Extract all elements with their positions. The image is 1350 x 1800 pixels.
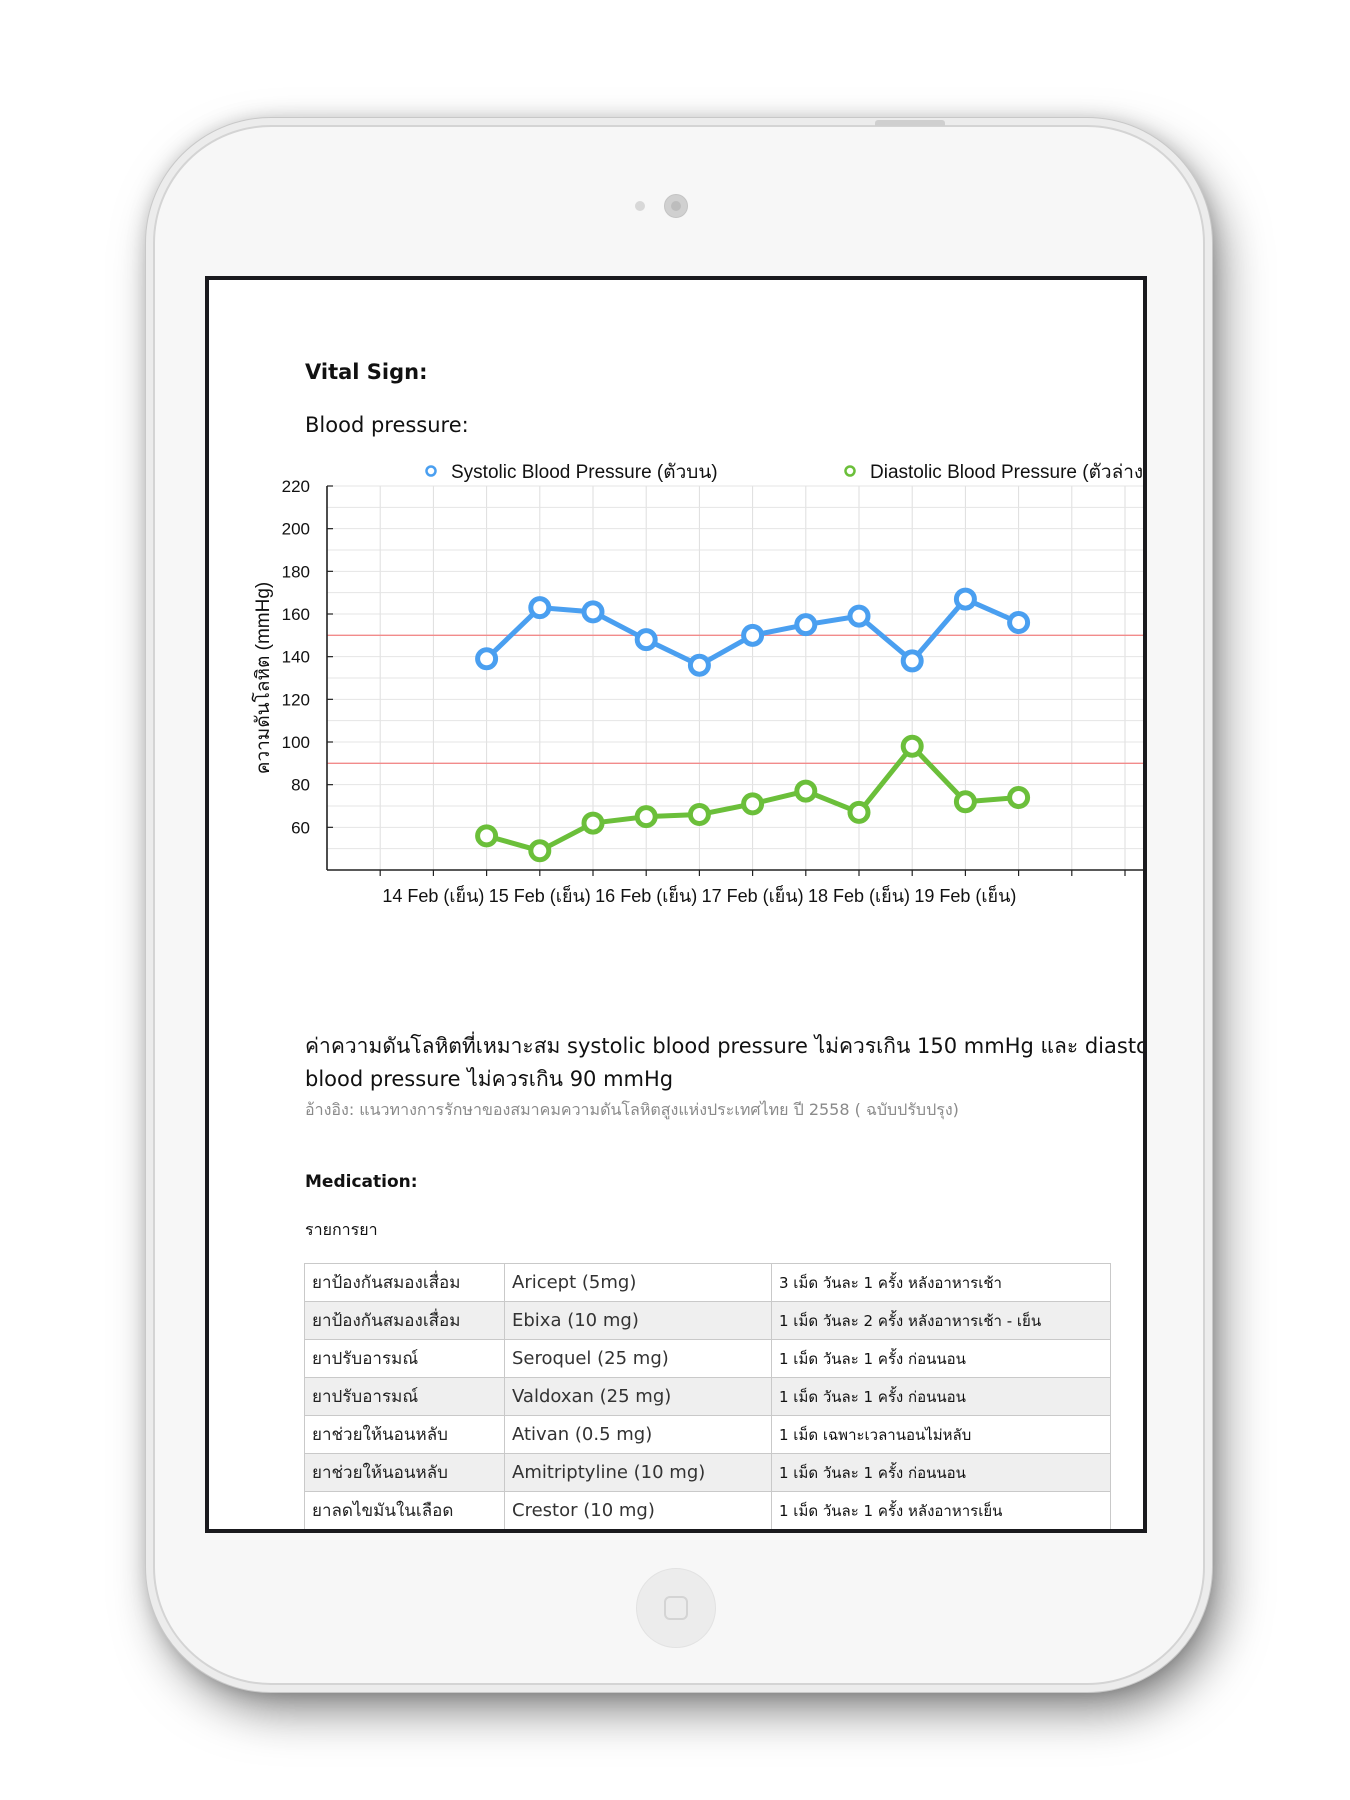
x-tick-label: 17 Feb (เย็น) [702,884,804,906]
data-point [581,811,605,835]
chart-axes [326,486,1143,876]
blood-pressure-chart: Systolic Blood Pressure (ตัวบน) Diastolic… [251,462,1143,906]
table-row: ยาป้องกันสมองเสื่อม Aricept (5mg) 3 เม็ด ว… [304,1263,1111,1302]
y-tick-label: 80 [291,776,310,795]
medication-category-cell: ยาป้องกันสมองเสื่อม [304,1263,505,1302]
data-point [847,604,871,628]
y-axis-label: ความดันโลหิต (mmHg) [251,582,274,775]
table-row: ยาป้องกันสมองเสื่อม Ebixa (10 mg) 1 เม็ด ว… [304,1301,1111,1340]
medication-drug-cell: Crestor (10 mg) [504,1491,772,1529]
home-button[interactable] [636,1568,716,1648]
medication-dosage-cell: 1 เม็ด วันละ 2 ครั้ง หลังอาหารเช้า - เย็… [771,1301,1111,1340]
medication-drug-cell: Aricept (5mg) [504,1263,772,1302]
home-square-icon [664,1596,688,1620]
x-tick-label: 15 Feb (เย็น) [489,884,591,906]
legend-marker [844,465,856,477]
data-point [528,839,552,863]
data-point [634,805,658,829]
data-point [1007,785,1031,809]
y-tick-label: 160 [282,605,310,624]
medication-drug-cell: Seroquel (25 mg) [504,1339,772,1378]
medication-drug-cell: Amitriptyline (10 mg) [504,1453,772,1492]
data-point [794,613,818,637]
chart-grid [327,485,1143,870]
medication-dosage-cell: 1 เม็ด วันละ 1 ครั้ง ก่อนนอน [771,1377,1111,1416]
data-point [900,649,924,673]
y-tick-label: 100 [282,733,310,752]
tablet-screen: Vital Sign: Blood pressure: Systolic Blo… [205,276,1147,1533]
table-row: ยาปรับอารมณ์ Seroquel (25 mg) 1 เม็ด วันละ… [304,1339,1111,1378]
data-point [953,790,977,814]
data-point [741,623,765,647]
data-point [475,824,499,848]
y-tick-label: 220 [282,477,310,496]
table-row: ยาลดไขมันในเลือด Crestor (10 mg) 1 เม็ด วั… [304,1491,1111,1529]
camera-icon [664,194,688,218]
document-page: Vital Sign: Blood pressure: Systolic Blo… [209,280,1143,1529]
y-tick-label: 60 [291,818,310,837]
chart-legend: Systolic Blood Pressure (ตัวบน) Diastolic… [425,462,1143,483]
data-point [687,803,711,827]
y-tick-label: 140 [282,648,310,667]
reference-note: อ้างอิง: แนวทางการรักษาของสมาคมความดันโล… [305,1100,959,1119]
table-row: ยาช่วยให้นอนหลับ Amitriptyline (10 mg) 1 เ… [304,1453,1111,1492]
table-row: ยาช่วยให้นอนหลับ Ativan (0.5 mg) 1 เม็ด เฉ… [304,1415,1111,1454]
legend-label: Systolic Blood Pressure (ตัวบน) [451,462,718,483]
data-point [953,587,977,611]
power-button[interactable] [875,120,945,126]
x-tick-label: 14 Feb (เย็น) [382,884,484,906]
medication-category-cell: ยาปรับอารมณ์ [304,1377,505,1416]
medication-table: ยาป้องกันสมองเสื่อม Aricept (5mg) 3 เม็ด ว… [304,1263,1111,1529]
data-point [847,800,871,824]
data-point [528,596,552,620]
x-tick-label: 18 Feb (เย็น) [808,884,910,906]
data-point [1007,611,1031,635]
y-tick-label: 180 [282,562,310,581]
x-tick-label: 19 Feb (เย็น) [914,884,1016,906]
y-tick-label: 200 [282,520,310,539]
x-tick-labels: 14 Feb (เย็น) 15 Feb (เย็น) 16 Feb (เย็น) 1… [382,884,1016,906]
data-point [475,647,499,671]
x-tick-label: 16 Feb (เย็น) [595,884,697,906]
data-point [581,600,605,624]
medication-category-cell: ยาป้องกันสมองเสื่อม [304,1301,505,1340]
data-point [687,653,711,677]
medication-category-cell: ยาปรับอารมณ์ [304,1339,505,1378]
y-tick-labels: 60 80 100 120 140 160 180 200 220 [282,477,333,837]
medication-drug-cell: Ebixa (10 mg) [504,1301,772,1340]
data-point [634,628,658,652]
medication-dosage-cell: 1 เม็ด เฉพาะเวลานอนไม่หลับ [771,1415,1111,1454]
data-point [794,779,818,803]
y-tick-label: 120 [282,690,310,709]
medication-dosage-cell: 3 เม็ด วันละ 1 ครั้ง หลังอาหารเช้า [771,1263,1111,1302]
bp-recommendation-note: ค่าความดันโลหิตที่เหมาะสม systolic blood… [305,1034,1147,1091]
medication-dosage-cell: 1 เม็ด วันละ 1 ครั้ง ก่อนนอน [771,1339,1111,1378]
data-point [741,792,765,816]
legend-marker [425,465,437,477]
legend-label: Diastolic Blood Pressure (ตัวล่าง) [870,462,1143,483]
medication-category-cell: ยาช่วยให้นอนหลับ [304,1415,505,1454]
table-row: ยาปรับอารมณ์ Valdoxan (25 mg) 1 เม็ด วันละ… [304,1377,1111,1416]
medication-subtitle: รายการยา [305,1220,378,1239]
medication-title: Medication: [305,1172,418,1192]
medication-dosage-cell: 1 เม็ด วันละ 1 ครั้ง ก่อนนอน [771,1453,1111,1492]
data-point [900,734,924,758]
sensor-dot [635,201,645,211]
medication-category-cell: ยาลดไขมันในเลือด [304,1491,505,1529]
medication-drug-cell: Ativan (0.5 mg) [504,1415,772,1454]
medication-category-cell: ยาช่วยให้นอนหลับ [304,1453,505,1492]
medication-dosage-cell: 1 เม็ด วันละ 1 ครั้ง หลังอาหารเย็น [771,1491,1111,1529]
medication-drug-cell: Valdoxan (25 mg) [504,1377,772,1416]
